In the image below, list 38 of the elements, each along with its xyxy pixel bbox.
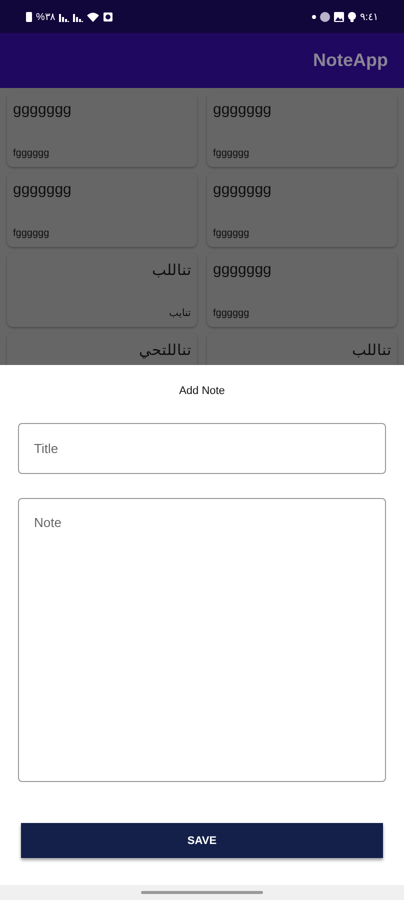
- note-title: ggggggg: [13, 181, 72, 198]
- note-text: fgggggg: [213, 308, 250, 319]
- bulb-icon: [348, 12, 356, 22]
- note-field[interactable]: Note: [18, 498, 386, 782]
- note-card[interactable]: ggggggg fgggggg: [207, 253, 397, 327]
- note-card[interactable]: تناللتحي: [7, 333, 197, 365]
- note-text: fgggggg: [213, 228, 250, 239]
- note-card[interactable]: ggggggg fgggggg: [7, 93, 197, 167]
- note-text: fgggggg: [213, 148, 250, 159]
- note-card[interactable]: تناللب: [207, 333, 397, 365]
- signal-icon: [58, 12, 69, 22]
- save-button[interactable]: SAVE: [21, 823, 383, 858]
- image-icon: [334, 12, 344, 22]
- alarm-icon: [102, 12, 113, 22]
- note-title: تناللب: [152, 261, 191, 279]
- clock: ٩:٤١: [360, 10, 378, 22]
- note-card[interactable]: ggggggg fgggggg: [207, 93, 397, 167]
- note-title: ggggggg: [213, 181, 272, 198]
- note-title: ggggggg: [13, 101, 72, 118]
- app-title: NoteApp: [313, 50, 388, 71]
- note-text: تنايب: [169, 307, 191, 319]
- note-card[interactable]: تناللب تنايب: [7, 253, 197, 327]
- wifi-icon: [86, 12, 99, 22]
- note-title: تناللب: [352, 341, 391, 359]
- note-text: fgggggg: [13, 228, 50, 239]
- signal-icon: [72, 12, 83, 22]
- battery-icon: [26, 12, 32, 22]
- note-title: ggggggg: [213, 101, 272, 118]
- battery-level: %٣٨: [36, 10, 55, 22]
- dot-icon: [312, 14, 316, 18]
- gesture-bar[interactable]: [141, 891, 263, 894]
- title-field[interactable]: Title: [18, 423, 386, 474]
- note-title: ggggggg: [213, 261, 272, 278]
- note-card[interactable]: ggggggg fgggggg: [7, 173, 197, 247]
- note-card[interactable]: ggggggg fgggggg: [207, 173, 397, 247]
- note-title: تناللتحي: [139, 341, 191, 359]
- sheet-title: Add Note: [178, 385, 226, 397]
- note-text: fgggggg: [13, 148, 50, 159]
